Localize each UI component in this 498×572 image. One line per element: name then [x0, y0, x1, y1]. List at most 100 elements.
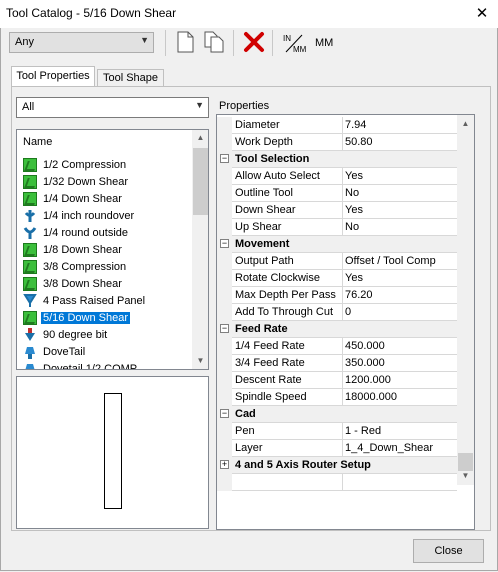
property-row[interactable]: Rotate Clockwise Yes	[217, 270, 457, 287]
tool-list-item[interactable]: 3/8 Compression	[23, 258, 128, 275]
property-value[interactable]: 50.80	[345, 136, 373, 148]
new-tool-button[interactable]	[174, 31, 196, 53]
property-value[interactable]: 0	[345, 306, 351, 318]
inch-to-mm-button[interactable]: IN MM	[282, 32, 308, 54]
property-rows: Diameter 7.94 Work Depth 50.80− Tool Selecti…	[217, 117, 457, 529]
property-row[interactable]: Add To Through Cut 0	[217, 304, 457, 321]
property-name: Spindle Speed	[235, 391, 307, 403]
row-gutter	[217, 168, 232, 185]
column-divider	[342, 185, 343, 201]
tool-list-item[interactable]: DoveTail	[23, 343, 87, 360]
property-value[interactable]: 76.20	[345, 289, 373, 301]
tool-list-item[interactable]: Dovetail 1/2 COMP	[23, 360, 139, 369]
property-value[interactable]: 1_4_Down_Shear	[345, 442, 433, 454]
column-divider	[342, 287, 343, 303]
scroll-down-arrow-icon[interactable]: ▼	[457, 471, 474, 480]
property-name: Down Shear	[235, 204, 296, 216]
property-row[interactable]: Spindle Speed 18000.000	[217, 389, 457, 406]
scroll-thumb[interactable]	[458, 453, 473, 471]
copy-tool-button[interactable]	[203, 31, 225, 53]
tool-list-item[interactable]: 1/4 Down Shear	[23, 190, 124, 207]
property-category[interactable]: − Feed Rate	[217, 321, 457, 338]
category-dropdown[interactable]: All ▼	[16, 97, 209, 118]
property-name: Max Depth Per Pass	[235, 289, 336, 301]
property-row[interactable]: Allow Auto Select Yes	[217, 168, 457, 185]
tool-list-item[interactable]: 4 Pass Raised Panel	[23, 292, 147, 309]
property-value[interactable]: No	[345, 187, 359, 199]
title-bar: Tool Catalog - 5/16 Down Shear ✕	[0, 0, 498, 28]
property-value[interactable]: 1200.000	[345, 374, 391, 386]
property-value[interactable]: Yes	[345, 272, 363, 284]
tool-list-item[interactable]: 1/4 round outside	[23, 224, 130, 241]
scroll-up-arrow-icon[interactable]: ▲	[192, 133, 208, 142]
scroll-up-arrow-icon[interactable]: ▲	[457, 119, 474, 128]
dovetail-tool-icon	[23, 345, 37, 359]
tab-tool-shape[interactable]: Tool Shape	[97, 69, 164, 87]
mm-units-button[interactable]: MM	[315, 37, 333, 49]
tool-list-item-label: 1/8 Down Shear	[43, 243, 122, 256]
property-row[interactable]: Outline Tool No	[217, 185, 457, 202]
tool-list-item[interactable]: 90 degree bit	[23, 326, 109, 343]
property-value[interactable]: 350.000	[345, 357, 385, 369]
filter-dropdown-value: Any	[15, 36, 34, 48]
tool-list-item[interactable]: 1/32 Down Shear	[23, 173, 130, 190]
property-value[interactable]: No	[345, 221, 359, 233]
property-category-label: Feed Rate	[235, 323, 288, 335]
property-row[interactable]: 1/4 Feed Rate 450.000	[217, 338, 457, 355]
property-value[interactable]: Yes	[345, 204, 363, 216]
property-value[interactable]: 18000.000	[345, 391, 397, 403]
column-divider	[342, 372, 343, 388]
tool-list-item[interactable]: 5/16 Down Shear	[23, 309, 130, 326]
delete-tool-button[interactable]	[243, 31, 265, 53]
list-header-name: Name	[23, 136, 53, 148]
tool-list-item[interactable]: 3/8 Down Shear	[23, 275, 124, 292]
property-value[interactable]: 1 - Red	[345, 425, 381, 437]
column-divider	[342, 423, 343, 439]
property-value[interactable]: Yes	[345, 170, 363, 182]
property-row[interactable]: Down Shear Yes	[217, 202, 457, 219]
collapse-minus-icon[interactable]: −	[220, 324, 229, 333]
property-category[interactable]: − Tool Selection	[217, 151, 457, 168]
row-gutter	[217, 474, 232, 491]
vbit-tool-icon	[23, 327, 37, 342]
property-row[interactable]: Descent Rate 1200.000	[217, 372, 457, 389]
tool-list-item-label: 3/8 Compression	[43, 260, 127, 273]
property-row[interactable]: Output Path Offset / Tool Comp	[217, 253, 457, 270]
property-row[interactable]	[217, 474, 457, 491]
tool-list-item[interactable]: 1/2 Compression	[23, 156, 128, 173]
property-row[interactable]: Pen 1 - Red	[217, 423, 457, 440]
tab-tool-properties[interactable]: Tool Properties	[11, 66, 95, 87]
property-value[interactable]: Offset / Tool Comp	[345, 255, 436, 267]
column-divider	[342, 355, 343, 371]
green-tool-icon	[23, 174, 37, 189]
property-row[interactable]: 3/4 Feed Rate 350.000	[217, 355, 457, 372]
property-name: 3/4 Feed Rate	[235, 357, 305, 369]
tool-list-item[interactable]: 1/4 inch roundover	[23, 207, 136, 224]
property-row[interactable]: Diameter 7.94	[217, 117, 457, 134]
property-category[interactable]: − Cad	[217, 406, 457, 423]
property-grid-scrollbar[interactable]: ▲ ▼	[457, 115, 474, 485]
new-document-icon	[177, 31, 194, 53]
collapse-minus-icon[interactable]: −	[220, 409, 229, 418]
filter-dropdown[interactable]: Any ▼	[9, 32, 154, 53]
close-button[interactable]: Close	[413, 539, 484, 563]
tool-list-scrollbar[interactable]: ▲ ▼	[192, 130, 208, 369]
scroll-down-arrow-icon[interactable]: ▼	[192, 356, 208, 365]
collapse-minus-icon[interactable]: −	[220, 154, 229, 163]
property-row[interactable]: Max Depth Per Pass 76.20	[217, 287, 457, 304]
property-value[interactable]: 7.94	[345, 119, 366, 131]
window-close-icon[interactable]: ✕	[471, 3, 493, 25]
property-value[interactable]: 450.000	[345, 340, 385, 352]
expand-plus-icon[interactable]: +	[220, 460, 229, 469]
property-row[interactable]: Work Depth 50.80	[217, 134, 457, 151]
property-category[interactable]: − Movement	[217, 236, 457, 253]
scroll-thumb[interactable]	[193, 148, 208, 215]
collapse-minus-icon[interactable]: −	[220, 239, 229, 248]
tool-list-item[interactable]: 1/8 Down Shear	[23, 241, 124, 258]
row-gutter	[217, 338, 232, 355]
property-row[interactable]: Layer 1_4_Down_Shear	[217, 440, 457, 457]
property-grid[interactable]: Diameter 7.94 Work Depth 50.80− Tool Selecti…	[216, 114, 475, 530]
property-category[interactable]: +4 and 5 Axis Router Setup	[217, 457, 457, 474]
tool-list[interactable]: Name 1/2 Compression 1/32 Down Shear 1/4 D…	[16, 129, 209, 370]
property-row[interactable]: Up Shear No	[217, 219, 457, 236]
